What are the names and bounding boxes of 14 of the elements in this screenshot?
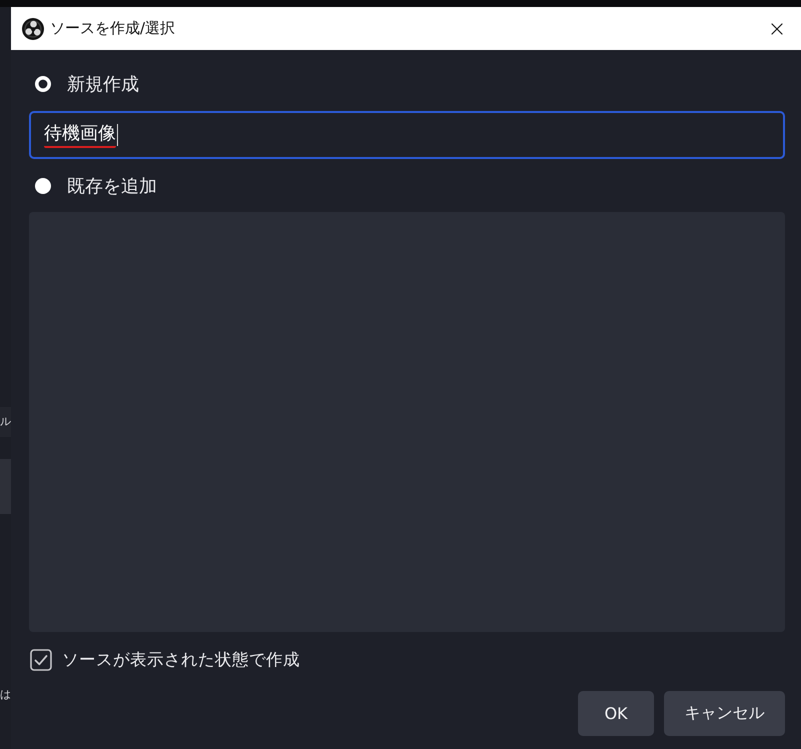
background-text: ル: [0, 407, 11, 437]
radio-icon[interactable]: [35, 76, 51, 92]
text-caret: [117, 124, 118, 146]
input-field[interactable]: 待機画像: [29, 111, 785, 159]
checkbox-option[interactable]: ソースが表示された状態で作成: [29, 648, 300, 672]
radio-option[interactable]: 既存を追加: [29, 172, 157, 200]
radio-option[interactable]: 新規作成: [29, 70, 139, 98]
app-logo-icon: [22, 18, 44, 40]
window-title: ソースを作成/選択: [50, 19, 176, 38]
background-text: は: [0, 687, 11, 703]
cancel-button[interactable]: キャンセル: [664, 691, 785, 736]
checkbox-icon[interactable]: [30, 649, 52, 671]
ok-button[interactable]: OK: [578, 691, 654, 736]
radio-icon[interactable]: [35, 178, 51, 194]
